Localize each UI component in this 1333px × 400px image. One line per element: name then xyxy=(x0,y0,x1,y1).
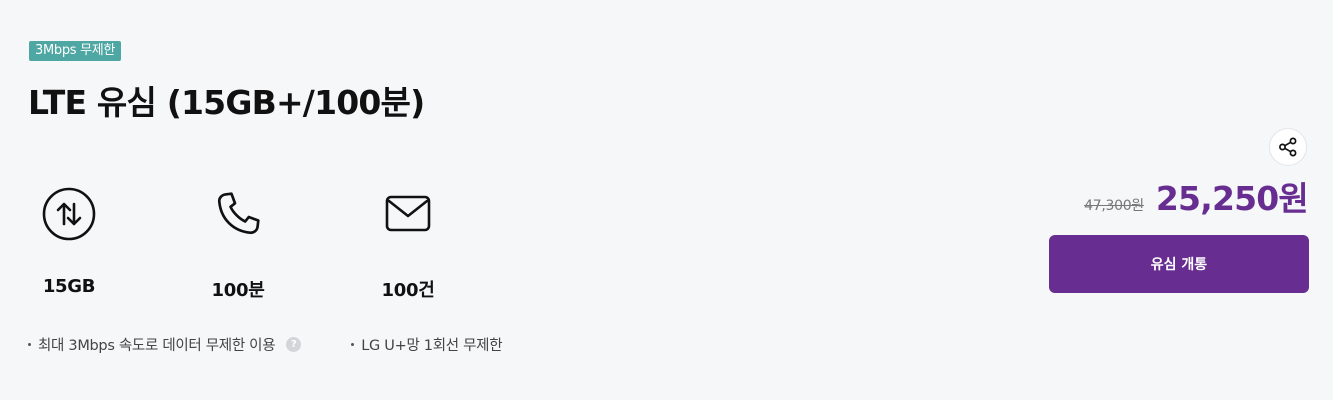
feature-call: 100분 xyxy=(178,186,298,302)
feature-call-label: 100분 xyxy=(211,280,265,301)
plan-notes: 최대 3Mbps 속도로 데이터 무제한 이용 ? LG U+망 1회선 무제한 xyxy=(28,334,503,355)
bullet-dot xyxy=(351,343,355,346)
bullet-dot xyxy=(28,343,31,346)
sale-price: 25,250원 xyxy=(1155,179,1309,218)
share-button[interactable] xyxy=(1269,128,1307,166)
price-row: 47,300원 25,250원 xyxy=(1084,172,1309,220)
original-price: 47,300원 xyxy=(1084,198,1144,214)
feature-data-label: 15GB xyxy=(42,276,96,297)
share-icon xyxy=(1279,137,1297,157)
note-item: LG U+망 1회선 무제한 xyxy=(351,334,503,355)
note-text: LG U+망 1회선 무제한 xyxy=(361,338,503,354)
plan-badge: 3Mbps 무제한 xyxy=(29,41,122,61)
data-transfer-icon xyxy=(41,186,97,242)
mail-icon xyxy=(380,186,436,242)
activate-sim-button[interactable]: 유심 개통 xyxy=(1049,235,1309,293)
help-icon[interactable]: ? xyxy=(286,337,302,352)
feature-sms-label: 100건 xyxy=(381,280,435,301)
feature-data: 15GB xyxy=(9,186,129,297)
feature-sms: 100건 xyxy=(348,186,468,302)
phone-icon xyxy=(210,186,266,242)
note-item: 최대 3Mbps 속도로 데이터 무제한 이용 ? xyxy=(28,334,302,355)
note-text: 최대 3Mbps 속도로 데이터 무제한 이용 xyxy=(38,338,276,354)
plan-title: LTE 유심 (15GB+/100분) xyxy=(28,83,425,122)
